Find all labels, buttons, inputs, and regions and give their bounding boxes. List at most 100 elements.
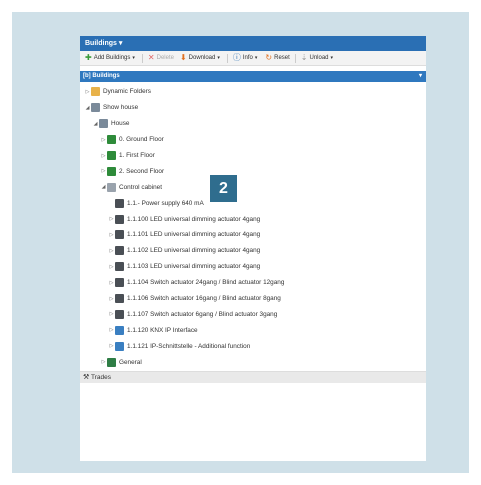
expand-arrow-icon[interactable]: ▷	[100, 359, 107, 365]
toolbar-divider	[226, 53, 228, 63]
floor-icon	[107, 151, 116, 160]
expand-arrow-icon[interactable]: ▷	[108, 248, 115, 254]
unload-icon: ⇣	[300, 53, 308, 62]
panel-title-group: [b] Buildings	[83, 71, 120, 82]
chevron-down-icon: ▾	[330, 54, 334, 61]
tree-item-first-floor[interactable]: ▷ 1. First Floor	[80, 148, 426, 164]
device-label: 1.1.101 LED universal dimming actuator 4…	[127, 231, 261, 239]
expand-arrow-icon[interactable]: ▷	[108, 280, 115, 286]
tree-item-label: 1. First Floor	[119, 152, 155, 159]
window-title[interactable]: Buildings ▾	[80, 36, 426, 51]
reset-button[interactable]: ↻ Reset	[262, 54, 292, 62]
tree-item-dynamic-folders[interactable]: ▷ Dynamic Folders	[80, 84, 426, 100]
step-number-badge: 2	[210, 175, 237, 202]
tree-item-house[interactable]: ◢ House	[80, 116, 426, 132]
tree-item-show-house[interactable]: ◢ Show house	[80, 100, 426, 116]
device-item[interactable]: ▷ 1.1.120 KNX IP Interface	[80, 322, 426, 338]
tree-item-second-floor[interactable]: ▷ 2. Second Floor	[80, 163, 426, 179]
general-icon	[107, 357, 116, 367]
device-item[interactable]: ▷ 1.1.106 Switch actuator 16gang / Blind…	[80, 291, 426, 307]
device-item[interactable]: 1.1.- Power supply 640 mA	[80, 195, 426, 211]
unload-button[interactable]: ⇣ Unload ▾	[298, 54, 338, 62]
buildings-tree: ▷ Dynamic Folders ◢ Show house ◢ House ▷…	[80, 82, 426, 370]
expand-arrow-icon[interactable]: ▷	[108, 264, 115, 270]
buildings-panel-icon: [b]	[83, 73, 91, 79]
expand-arrow-icon[interactable]: ▷	[108, 296, 115, 302]
device-icon	[115, 214, 124, 224]
trades-label: Trades	[90, 374, 111, 382]
device-label: 1.1.121 IP-Schnittstelle - Additional fu…	[127, 342, 251, 350]
device-icon	[115, 294, 124, 304]
expand-arrow-icon[interactable]: ▷	[100, 168, 107, 174]
floor-icon	[107, 135, 116, 145]
device-item[interactable]: ▷ 1.1.101 LED universal dimming actuator…	[80, 227, 426, 243]
tree-item-general[interactable]: ▷ General	[80, 354, 426, 370]
device-icon	[115, 309, 124, 319]
device-item[interactable]: ▷ 1.1.104 Switch actuator 24gang / Blind…	[80, 275, 426, 291]
buildings-window: Buildings ▾ ✚ Add Buildings ▾ ✕ Delete ⬇…	[80, 36, 426, 461]
unload-label: Unload	[309, 55, 329, 61]
expand-arrow-icon[interactable]: ▷	[100, 153, 107, 159]
add-buildings-label: Add Buildings	[93, 55, 131, 61]
device-item[interactable]: ▷ 1.1.121 IP-Schnittstelle - Additional …	[80, 338, 426, 354]
building-icon	[91, 103, 100, 113]
reset-icon: ↻	[265, 53, 273, 62]
tree-item-label: House	[111, 120, 130, 128]
expand-arrow-icon[interactable]: ▷	[108, 327, 115, 333]
device-icon	[115, 278, 124, 288]
device-item[interactable]: ▷ 1.1.100 LED universal dimming actuator…	[80, 211, 426, 227]
chevron-down-icon: ▾	[217, 54, 220, 61]
expand-arrow-icon[interactable]: ▷	[108, 343, 115, 349]
floor-icon	[107, 166, 116, 176]
download-button[interactable]: ⬇ Download ▾	[177, 54, 225, 62]
info-icon: ⓘ	[232, 53, 241, 62]
expand-arrow-icon[interactable]: ▷	[84, 89, 91, 95]
chevron-down-icon: ▾	[132, 54, 135, 61]
expand-arrow-icon[interactable]: ▷	[108, 311, 115, 317]
folder-icon	[91, 87, 100, 97]
toolbar-divider	[294, 53, 296, 63]
panel-collapse-icon[interactable]: ▾	[419, 71, 422, 82]
device-label: 1.1.100 LED universal dimming actuator 4…	[127, 215, 261, 223]
device-item[interactable]: ▷ 1.1.102 LED universal dimming actuator…	[80, 243, 426, 259]
collapse-arrow-icon[interactable]: ◢	[84, 105, 91, 111]
buildings-panel-title: Buildings	[92, 73, 120, 79]
tools-icon: ⚒	[83, 374, 90, 382]
expand-arrow-icon[interactable]: ▷	[100, 137, 107, 143]
tree-item-label: 2. Second Floor	[119, 167, 165, 175]
tree-item-label: General	[119, 358, 142, 366]
reset-label: Reset	[274, 55, 290, 61]
expand-arrow-icon[interactable]: ▷	[108, 232, 115, 238]
interface-icon	[115, 341, 124, 351]
add-buildings-button[interactable]: ✚ Add Buildings ▾	[82, 54, 140, 62]
device-label: 1.1.102 LED universal dimming actuator 4…	[127, 247, 261, 255]
device-label: 1.1.106 Switch actuator 16gang / Blind a…	[127, 295, 281, 303]
tree-item-control-cabinet[interactable]: ◢ Control cabinet	[80, 179, 426, 195]
house-icon	[99, 119, 108, 129]
collapse-arrow-icon[interactable]: ◢	[100, 184, 107, 190]
delete-label: Delete	[156, 55, 174, 61]
device-icon	[115, 198, 124, 208]
device-label: 1.1.- Power supply 640 mA	[127, 199, 204, 207]
cabinet-icon	[107, 182, 116, 192]
tree-item-ground-floor[interactable]: ▷ 0. Ground Floor	[80, 132, 426, 148]
buildings-panel-header[interactable]: [b] Buildings ▾	[80, 71, 426, 82]
trades-panel-header[interactable]: ⚒ Trades	[80, 371, 426, 384]
tree-item-label: Dynamic Folders	[103, 88, 151, 96]
collapse-arrow-icon[interactable]: ◢	[92, 121, 99, 127]
delete-icon: ✕	[147, 53, 155, 62]
delete-button[interactable]: ✕ Delete	[145, 54, 177, 62]
download-label: Download	[188, 55, 216, 61]
info-button[interactable]: ⓘ Info ▾	[230, 54, 263, 62]
tree-item-label: Show house	[103, 104, 139, 112]
device-icon	[115, 262, 124, 272]
toolbar-divider	[141, 53, 143, 63]
device-item[interactable]: ▷ 1.1.103 LED universal dimming actuator…	[80, 259, 426, 275]
device-label: 1.1.107 Switch actuator 6gang / Blind ac…	[127, 310, 278, 318]
device-item[interactable]: ▷ 1.1.107 Switch actuator 6gang / Blind …	[80, 306, 426, 322]
expand-arrow-icon[interactable]: ▷	[108, 216, 115, 222]
info-label: Info	[242, 55, 253, 61]
plus-icon: ✚	[85, 53, 92, 62]
chevron-down-icon: ▾	[254, 54, 258, 61]
device-label: 1.1.120 KNX IP Interface	[127, 326, 198, 334]
